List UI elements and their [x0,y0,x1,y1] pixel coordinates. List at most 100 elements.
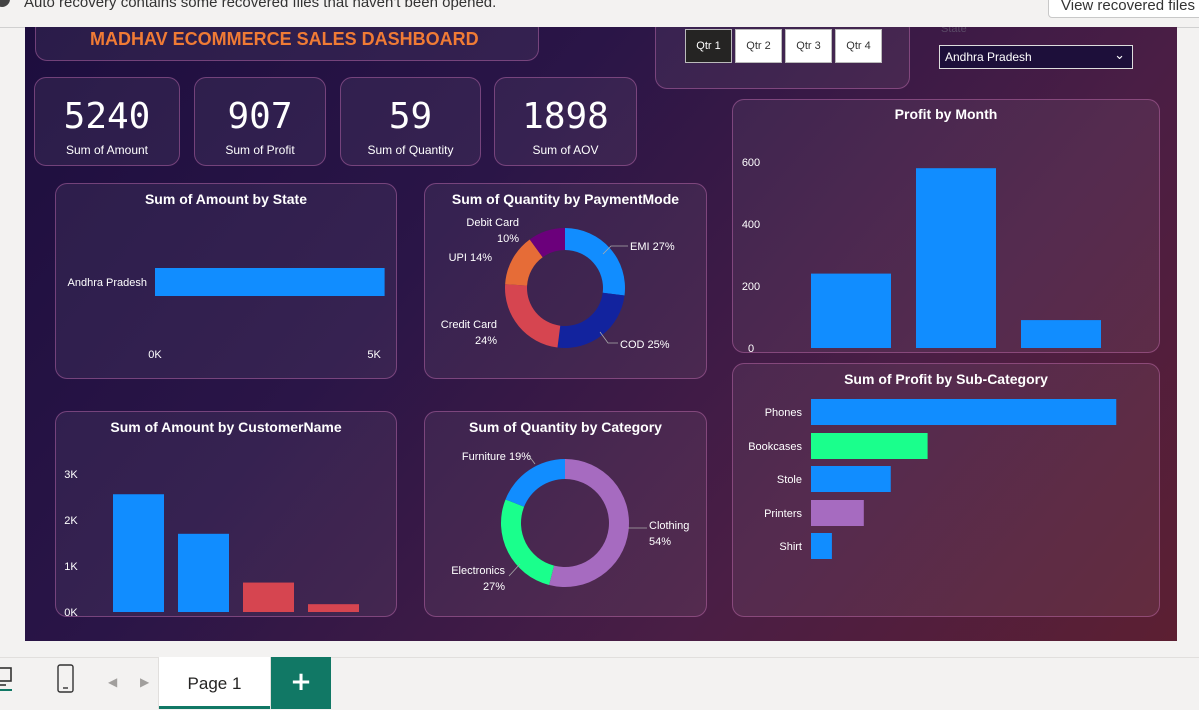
recovery-notification-bar: Auto recovery contains some recovered fi… [0,0,1199,28]
add-page-button[interactable]: + [271,657,331,709]
category-label: Bookcases [748,441,802,453]
chart-plot: 0K 1K 2K 3K Krutika Manju Ankur Shreya [64,469,359,618]
category-label: Krutika [121,617,156,618]
tab-active-indicator [159,706,270,709]
category-label: Manju [189,617,219,618]
quarter-button-qtr2[interactable]: Qtr 2 [735,29,782,63]
quarter-slicer: Qtr 1 Qtr 2 Qtr 3 Qtr 4 [655,27,910,89]
bar [178,533,229,612]
bar [811,399,1117,425]
kpi-value: 1898 [522,96,609,137]
chart-amount-by-state[interactable]: Sum of Amount by State Andhra Pradesh 0K 5… [55,183,397,379]
chart-profit-by-month[interactable]: Profit by Month 0200400600JanuaryFebruar… [732,99,1160,354]
tab-page-1[interactable]: Page 1 [158,657,271,709]
kpi-value: 907 [227,96,293,137]
category-label: Shirt [779,541,802,553]
kpi-value: 59 [388,96,433,137]
donut-slice [501,499,555,585]
category-label: Ankur [254,617,283,618]
tick-label: 600 [742,157,760,169]
quarter-button-qtr4[interactable]: Qtr 4 [835,29,882,63]
chart-plot: EMI 27% COD 25% Credit Card 24% UPI 14% Debit… [441,217,675,351]
slice-label: Debit Card [466,217,519,229]
bar [811,500,864,526]
tick-label: 400 [742,219,760,231]
tick-label: 1K [64,561,78,573]
chart-plot: Phones Bookcases Stole Printers Shirt 0 200 400… [748,399,1150,618]
chevron-left-icon[interactable]: ◀ [108,675,117,689]
category-label: Andhra Pradesh [68,277,148,289]
kpi-label: Sum of Profit [225,143,295,157]
kpi-label: Sum of Amount [65,143,149,157]
chevron-down-icon: ⌄ [1114,47,1125,62]
kpi-value: 5240 [63,96,151,137]
tick-label: 0K [64,607,78,618]
slice-label: Credit Card [441,319,497,331]
slice-label: Electronics [451,565,505,577]
chart-plot: 0 200 400 600 January February March [742,157,1101,354]
state-dropdown[interactable]: Andhra Pradesh ⌄ [939,45,1133,69]
chart-quantity-by-category[interactable]: Sum of Quantity by Category Clothing 54% E… [424,411,707,617]
bar [113,494,164,612]
bar [811,273,891,348]
tab-label: Page 1 [187,674,242,693]
quarter-button-qtr3[interactable]: Qtr 3 [785,29,832,63]
chart-amount-by-customer[interactable]: Sum of Amount by CustomerName 0K1K2K3KKr… [55,411,397,618]
category-label: March [1046,353,1077,354]
bar [811,533,832,559]
leader-line [508,563,521,577]
bar [308,604,359,612]
kpi-card-aov[interactable]: 1898 Sum of AOV [494,77,637,166]
info-icon [0,0,10,7]
kpi-card-quantity[interactable]: 59 Sum of Quantity [340,77,481,166]
tick-label: 200 [912,617,930,618]
slice-label: UPI 14% [449,252,493,264]
category-label: February [934,353,979,354]
category-label: Phones [765,407,803,419]
kpi-card-profit[interactable]: 907 Sum of Profit [194,77,326,166]
slice-label: 54% [649,536,671,548]
bar [811,433,928,459]
tick-label: 200 [742,281,760,293]
donut-slice [557,292,625,348]
category-label: January [831,353,871,354]
tick-label: 2K [64,515,78,527]
donut-slice [505,284,561,348]
chart-profit-by-subcategory[interactable]: Sum of Profit by Sub-Category Phones Book… [732,363,1160,618]
tick-label: 0 [748,343,754,354]
slice-label: 24% [475,335,497,347]
recovery-message: Auto recovery contains some recovered fi… [24,0,497,11]
mobile-view-icon[interactable] [57,664,75,694]
slice-label: EMI 27% [630,241,675,253]
kpi-label: Sum of Quantity [367,143,454,157]
bar [1021,320,1101,348]
slice-label: COD 25% [620,339,670,351]
report-canvas: MADHAV ECOMMERCE SALES DASHBOARD 5240 Su… [25,27,1177,641]
chart-quantity-by-paymentmode[interactable]: Sum of Quantity by PaymentMode EMI 27% CO… [424,183,707,379]
bar [155,268,385,296]
category-label: Printers [764,508,802,520]
tick-label: 0 [808,617,814,618]
desktop-view-icon[interactable] [0,666,14,692]
slice-label: 27% [483,581,505,593]
state-dropdown-value: Andhra Pradesh [945,50,1032,64]
title-card: MADHAV ECOMMERCE SALES DASHBOARD [35,27,539,61]
view-recovered-files-button[interactable]: View recovered files [1048,0,1199,18]
tick-label: 600 [1132,617,1150,618]
chart-plot: Clothing 54% Electronics 27% Furniture 19% [451,451,689,593]
bar [916,168,996,348]
chevron-right-icon[interactable]: ▶ [140,675,149,689]
donut-slice [565,228,625,296]
quarter-button-qtr1[interactable]: Qtr 1 [685,29,732,63]
page-tabs-bar: ◀ ▶ Page 1 + [0,641,1199,710]
slice-label: Furniture 19% [462,451,531,463]
tick-label: 0K [148,349,162,361]
slice-label: 10% [497,233,519,245]
kpi-label: Sum of AOV [532,143,599,157]
state-slicer-label: State [941,27,967,35]
bar [243,582,294,612]
donut-slice [505,459,565,507]
kpi-card-amount[interactable]: 5240 Sum of Amount [34,77,180,166]
bar [811,466,891,492]
slice-label: Clothing [649,520,689,532]
